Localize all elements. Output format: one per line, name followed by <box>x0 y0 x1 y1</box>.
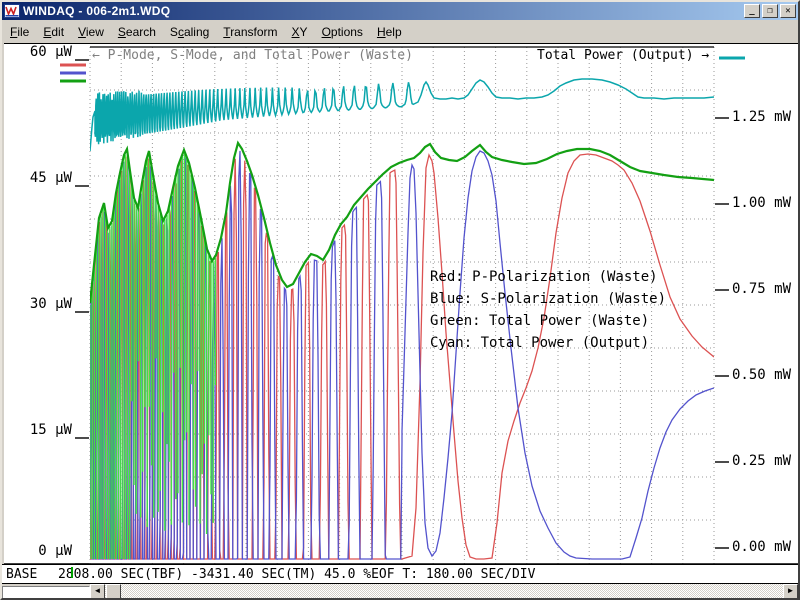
menu-options[interactable]: Options <box>316 23 369 41</box>
scroll-right-arrow-icon: ► <box>787 586 795 595</box>
right-axis-tick-100: 1.00 mW <box>732 195 791 211</box>
horizontal-scrollbar: ◄ ► <box>2 584 798 600</box>
chart-area: ← P-Mode, S-Mode, and Total Power (Waste… <box>4 43 800 565</box>
trace-legend: Red: P-Polarization (Waste) Blue: S-Pola… <box>430 266 666 354</box>
windaq-window: WINDAQ - 006-2m1.WDQ _ ❐ ✕ File Edit Vie… <box>0 0 800 600</box>
annotation-waste: ← P-Mode, S-Mode, and Total Power (Waste… <box>92 48 413 63</box>
right-axis-tick-125: 1.25 mW <box>732 109 791 125</box>
scrollbar-track[interactable] <box>90 584 798 599</box>
menu-xy[interactable]: XY <box>286 23 314 41</box>
menu-search[interactable]: Search <box>112 23 162 41</box>
legend-red: Red: P-Polarization (Waste) <box>430 266 666 288</box>
left-axis-tick-60: 60 µW <box>8 44 72 60</box>
window-title: WINDAQ - 006-2m1.WDQ <box>23 4 744 18</box>
legend-cyan: Cyan: Total Power (Output) <box>430 332 666 354</box>
status-base-label: BASE <box>6 567 37 582</box>
left-axis-tick-45: 45 µW <box>8 170 72 186</box>
menu-scaling[interactable]: Scaling <box>164 23 215 41</box>
menu-file[interactable]: File <box>4 23 35 41</box>
right-axis-tick-025: 0.25 mW <box>732 453 791 469</box>
title-bar[interactable]: WINDAQ - 006-2m1.WDQ _ ❐ ✕ <box>2 2 798 20</box>
right-axis-tick-050: 0.50 mW <box>732 367 791 383</box>
menu-view[interactable]: View <box>72 23 110 41</box>
menu-bar: File Edit View Search Scaling Transform … <box>2 20 798 43</box>
left-arrow-icon: ← <box>92 48 100 63</box>
left-axis-tick-0: 0 µW <box>8 543 72 559</box>
scroll-left-arrow-icon: ◄ <box>94 586 102 595</box>
menu-transform[interactable]: Transform <box>217 23 283 41</box>
scrollbar-thumb[interactable] <box>106 584 121 599</box>
status-readout: 2808.00 SEC(TBF) -3431.40 SEC(TM) 45.0 %… <box>58 567 535 582</box>
right-axis-tick-000: 0.00 mW <box>732 539 791 555</box>
annotation-output: Total Power (Output) → <box>537 48 709 63</box>
status-bar: BASE 2808.00 SEC(TBF) -3431.40 SEC(TM) 4… <box>2 564 798 584</box>
scroll-left-button[interactable]: ◄ <box>90 584 105 599</box>
right-axis-tick-075: 0.75 mW <box>732 281 791 297</box>
minimize-button[interactable]: _ <box>744 4 760 18</box>
legend-blue: Blue: S-Polarization (Waste) <box>430 288 666 310</box>
close-button[interactable]: ✕ <box>780 4 796 18</box>
cursor-position-tick <box>71 567 73 578</box>
left-axis-tick-15: 15 µW <box>8 422 72 438</box>
menu-help[interactable]: Help <box>371 23 408 41</box>
left-axis-tick-30: 30 µW <box>8 296 72 312</box>
restore-button[interactable]: ❐ <box>762 4 778 18</box>
menu-edit[interactable]: Edit <box>37 23 70 41</box>
scroll-readout-box <box>2 586 90 599</box>
legend-green: Green: Total Power (Waste) <box>430 310 666 332</box>
windaq-icon <box>4 4 20 18</box>
right-arrow-icon: → <box>701 48 709 63</box>
scroll-right-button[interactable]: ► <box>783 584 798 599</box>
